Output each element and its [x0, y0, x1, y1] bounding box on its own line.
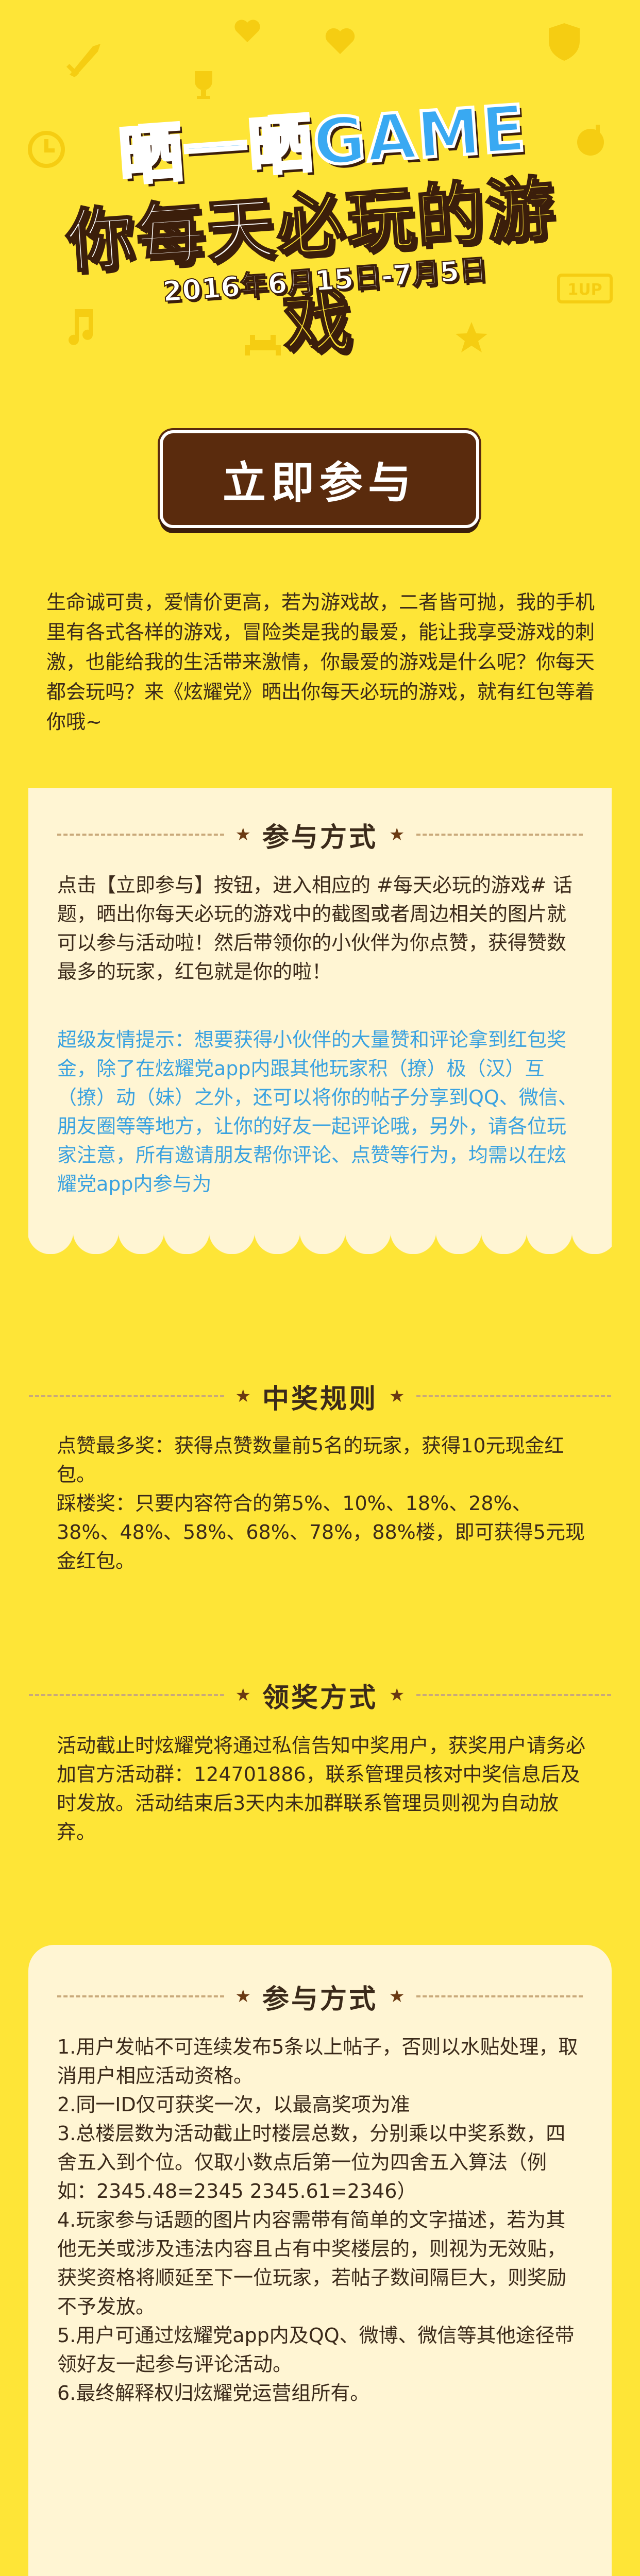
notes-list: 1.用户发帖不可连续发布5条以上帖子，否则以水贴处理，取消用户相应活动资格。 2…	[57, 2032, 583, 2408]
participate-tip: 超级友情提示：想要获得小伙伴的大量赞和评论拿到红包奖金，除了在炫耀党app内跟其…	[57, 1028, 578, 1195]
divider	[416, 1694, 612, 1696]
divider	[29, 1395, 224, 1397]
notes-heading: ★ 参与方式 ★	[57, 1981, 583, 2015]
rules-heading: ★ 中奖规则 ★	[29, 1381, 612, 1415]
clock-icon	[28, 131, 65, 168]
bomb-icon	[577, 125, 604, 156]
divider	[416, 834, 583, 836]
sword-icon	[66, 44, 100, 77]
star-icon: ★	[389, 1386, 405, 1406]
notes-item: 4.玩家参与话题的图片内容需带有简单的文字描述，若为其他无关或涉及违法内容且占有…	[57, 2209, 567, 2318]
card-scallop-edge	[28, 1231, 612, 1254]
divider	[57, 834, 224, 836]
join-now-button[interactable]: 立即参与	[160, 430, 479, 528]
notes-item: 2.同一ID仅可获奖一次，以最高奖项为准	[57, 2093, 410, 2116]
notes-item: 5.用户可通过炫耀党app内及QQ、微博、微信等其他途径带领好友一起参与评论活动…	[57, 2324, 575, 2376]
notes-card: ★ 参与方式 ★ 1.用户发帖不可连续发布5条以上帖子，否则以水贴处理，取消用户…	[28, 1945, 612, 2576]
section-title: 参与方式	[262, 1984, 378, 2015]
participate-heading: ★ 参与方式 ★	[57, 819, 583, 853]
intro-text: 生命诚可贵，爱情价更高，若为游戏故，二者皆可抛，我的手机里有各式各样的游戏，冒险…	[46, 591, 595, 733]
svg-text:1UP: 1UP	[567, 281, 602, 299]
star-icon: ★	[235, 1986, 251, 2007]
divider	[416, 1395, 612, 1397]
divider	[29, 1694, 224, 1696]
heart-icon	[234, 20, 260, 42]
section-title: 中奖规则	[262, 1383, 378, 1415]
notes-item: 3.总楼层数为活动截止时楼层总数，分别乘以中奖系数，四舍五入到个位。仅取小数点后…	[57, 2122, 566, 2202]
heart-icon	[325, 28, 355, 54]
section-title: 参与方式	[262, 822, 378, 853]
section-title: 领奖方式	[262, 1682, 378, 1714]
star-icon: ★	[389, 1685, 405, 1705]
claim-heading: ★ 领奖方式 ★	[29, 1680, 612, 1714]
star-icon: ★	[235, 1386, 251, 1406]
star-icon: ★	[235, 1685, 251, 1705]
notes-item: 1.用户发帖不可连续发布5条以上帖子，否则以水贴处理，取消用户相应活动资格。	[57, 2036, 578, 2087]
notes-item: 6.最终解释权归炫耀党运营组所有。	[57, 2382, 370, 2404]
star-icon: ★	[235, 824, 251, 845]
star-icon: ★	[389, 1986, 405, 2007]
participate-paragraph: 点击【立即参与】按钮，进入相应的 #每天必玩的游戏# 话题，晒出你每天必玩的游戏…	[57, 874, 572, 983]
rules-text: 点赞最多奖：获得点赞数量前5名的玩家，获得10元现金红包。 踩楼奖：只要内容符合…	[57, 1434, 585, 1572]
star-icon: ★	[389, 824, 405, 845]
divider	[416, 1995, 583, 1997]
divider	[57, 1995, 224, 1997]
participate-card: ★ 参与方式 ★ 点击【立即参与】按钮，进入相应的 #每天必玩的游戏# 话题，晒…	[28, 788, 612, 1254]
shield-icon	[549, 23, 580, 61]
claim-text: 活动截止时炫耀党将通过私信告知中奖用户，获奖用户请务必加官方活动群：124701…	[57, 1734, 586, 1843]
hero-banner: 1UP 晒一晒GAME 你每天必玩的游戏 2016年6月15日-7月5日	[0, 0, 640, 412]
